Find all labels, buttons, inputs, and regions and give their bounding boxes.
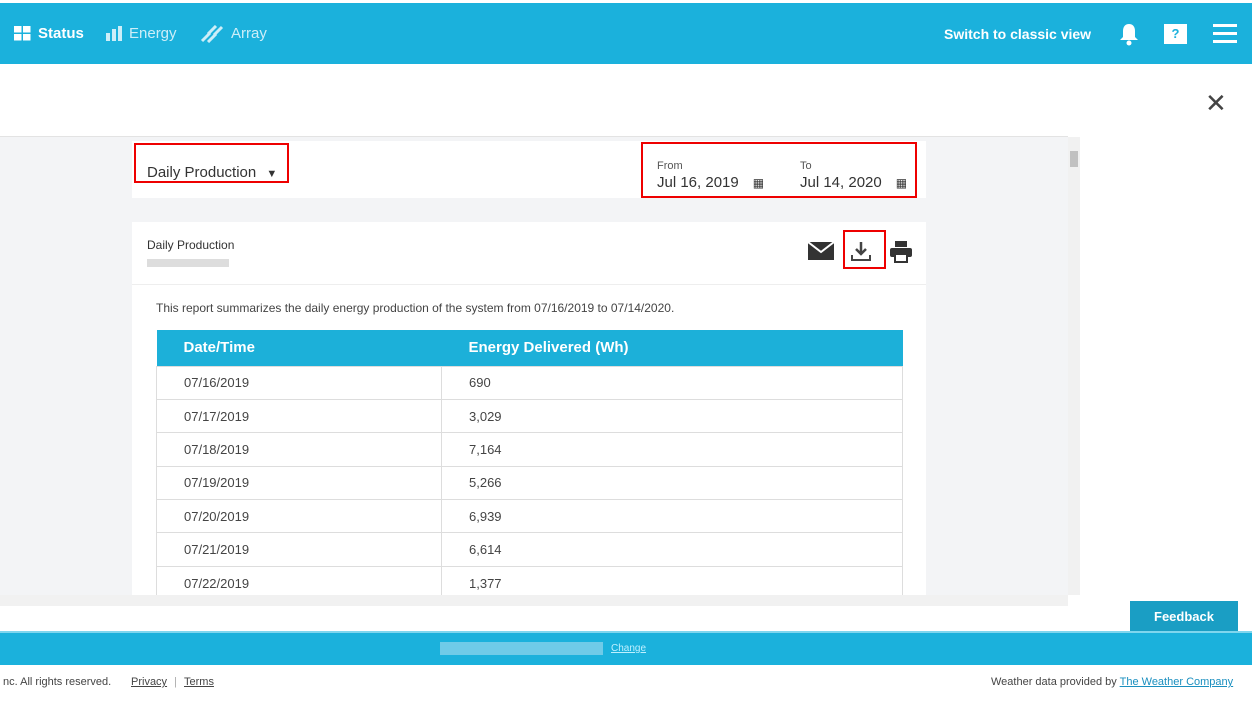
nav-energy[interactable]: Energy — [106, 3, 177, 64]
table-row: 07/17/2019 3,029 — [156, 398, 903, 434]
terms-link[interactable]: Terms — [184, 676, 214, 688]
solar-array-icon — [200, 24, 224, 43]
energy-cell: 690 — [441, 365, 903, 400]
highlight-box — [843, 230, 886, 269]
highlight-box — [134, 143, 289, 183]
table-row: 07/20/2019 6,939 — [156, 499, 903, 534]
report-title: Daily Production — [147, 238, 235, 252]
nav-array[interactable]: Array — [200, 3, 267, 64]
energy-cell: 1,377 — [441, 565, 903, 595]
date-cell: 07/21/2019 — [156, 532, 442, 567]
report-content-area: Daily Production ▼ From Jul 16, 2019 ▦ To… — [0, 136, 1068, 595]
vertical-scrollbar[interactable] — [1068, 137, 1080, 595]
report-description: This report summarizes the daily energy … — [156, 301, 675, 315]
report-card: Daily Production This report summarizes … — [132, 222, 926, 595]
change-link[interactable]: Change — [611, 643, 646, 654]
date-cell: 07/22/2019 — [156, 565, 442, 595]
date-cell: 07/19/2019 — [156, 465, 442, 501]
energy-cell: 7,164 — [441, 432, 903, 467]
separator: | — [174, 676, 177, 688]
bar-chart-icon — [106, 26, 122, 41]
date-cell: 07/17/2019 — [156, 398, 442, 434]
close-icon[interactable]: ✕ — [1205, 88, 1227, 119]
nav-status[interactable]: Status — [14, 3, 84, 64]
bell-icon[interactable] — [1118, 3, 1140, 64]
grid-icon — [14, 26, 31, 41]
energy-cell: 3,029 — [441, 398, 903, 434]
privacy-link[interactable]: Privacy — [131, 676, 167, 688]
table-row: 07/19/2019 5,266 — [156, 465, 903, 501]
table-row: 07/18/2019 7,164 — [156, 432, 903, 467]
copyright-text: nc. All rights reserved. — [3, 676, 112, 688]
energy-cell: 6,614 — [441, 532, 903, 567]
production-table: Date/Time Energy Delivered (Wh) 07/16/201… — [156, 330, 903, 595]
table-row: 07/22/2019 1,377 — [156, 565, 903, 595]
date-cell: 07/18/2019 — [156, 432, 442, 467]
weather-credit: Weather data provided by — [991, 676, 1117, 688]
top-nav-bar: Status Energy Array Switch to classic vi… — [0, 3, 1252, 64]
column-header-date: Date/Time — [156, 330, 442, 366]
switch-classic-view-link[interactable]: Switch to classic view — [944, 3, 1091, 64]
column-header-energy: Energy Delivered (Wh) — [441, 330, 903, 366]
horizontal-scrollbar[interactable] — [0, 595, 1068, 606]
feedback-button[interactable]: Feedback — [1130, 601, 1238, 631]
divider — [132, 284, 926, 285]
energy-cell: 5,266 — [441, 465, 903, 501]
blurred-account-info — [440, 642, 603, 655]
print-icon[interactable] — [890, 241, 912, 268]
date-cell: 07/16/2019 — [156, 365, 442, 400]
help-icon[interactable]: ? — [1164, 3, 1187, 64]
table-row: 07/21/2019 6,614 — [156, 532, 903, 567]
hamburger-menu-icon[interactable] — [1213, 3, 1237, 64]
blurred-site-name — [147, 259, 229, 267]
date-cell: 07/20/2019 — [156, 499, 442, 534]
email-icon[interactable] — [807, 241, 835, 265]
site-footer-bar: Change — [0, 631, 1252, 665]
highlight-box — [641, 142, 917, 198]
energy-cell: 6,939 — [441, 499, 903, 534]
weather-company-link[interactable]: The Weather Company — [1120, 676, 1234, 688]
table-row: 07/16/2019 690 — [156, 365, 903, 400]
